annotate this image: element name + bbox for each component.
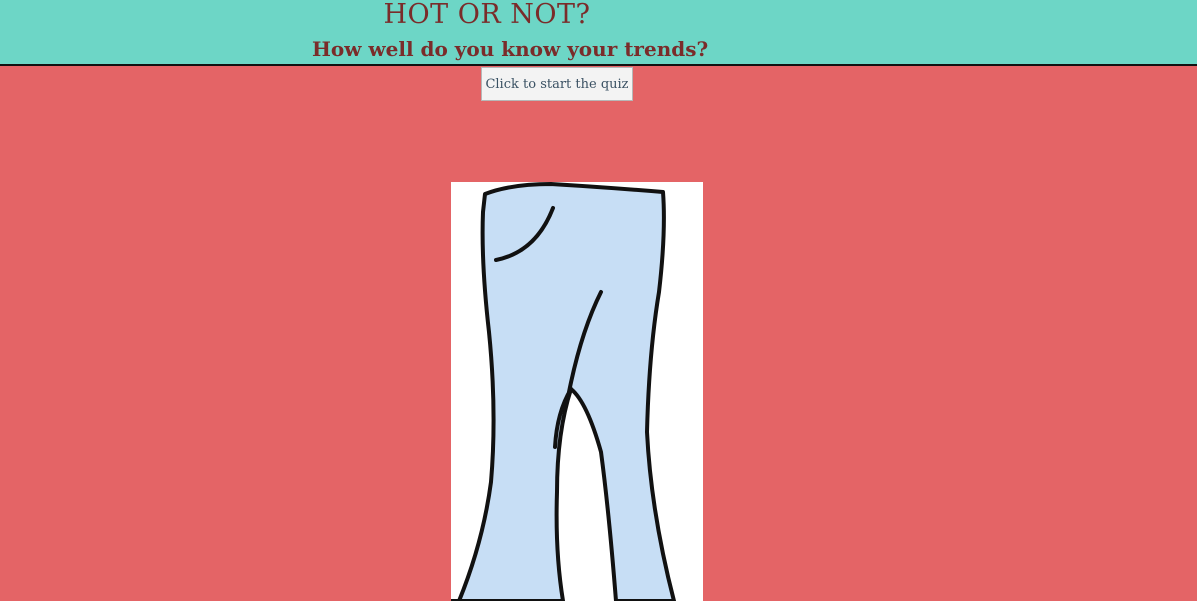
trend-image: [451, 182, 703, 601]
page-title: HOT OR NOT?: [383, 0, 591, 30]
page-header: HOT OR NOT? How well do you know your tr…: [0, 0, 1197, 66]
flared-pants-icon: [451, 182, 676, 601]
page-subtitle: How well do you know your trends?: [312, 37, 709, 61]
start-quiz-button[interactable]: Click to start the quiz: [481, 67, 633, 101]
